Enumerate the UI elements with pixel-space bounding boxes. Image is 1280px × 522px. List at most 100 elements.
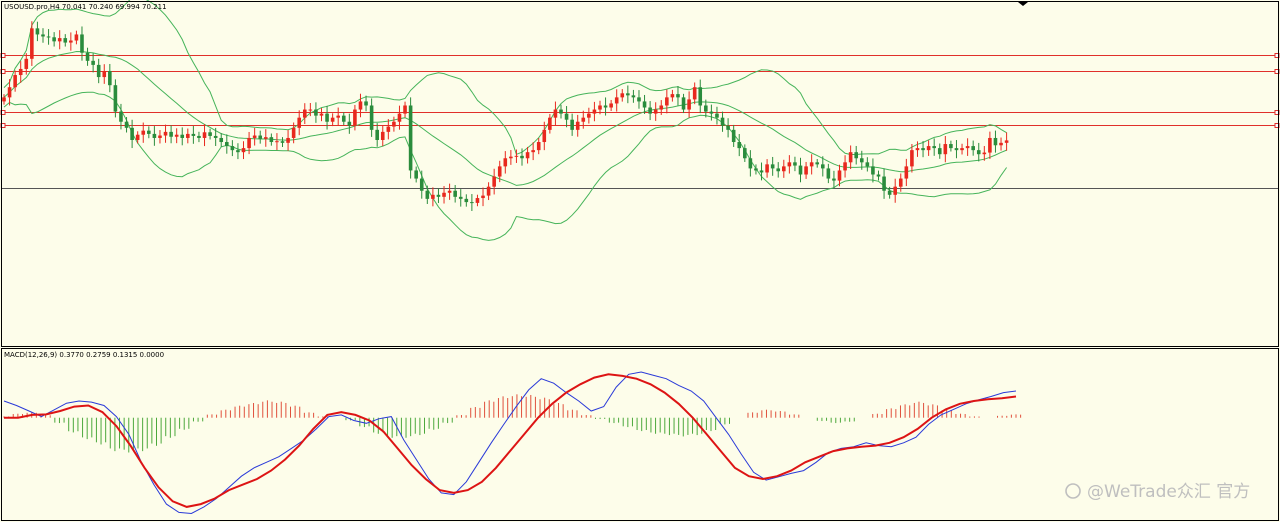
candle-bull <box>319 113 324 116</box>
candle-bear <box>743 148 747 159</box>
candle-bear <box>425 190 430 199</box>
candle-bull <box>982 152 987 155</box>
candle-bull <box>291 127 296 138</box>
candle-bull <box>330 117 335 122</box>
candle-bull <box>7 87 12 98</box>
candle-bull <box>687 99 691 110</box>
candle-bull <box>308 109 313 111</box>
candle-bear <box>631 95 636 98</box>
candle-bull <box>837 170 842 181</box>
candle-bull <box>575 121 580 130</box>
candle-bear <box>119 111 123 122</box>
candle-bear <box>458 196 463 199</box>
candle-bear <box>815 162 820 165</box>
candle-bear <box>46 36 51 38</box>
candle-bull <box>598 105 602 110</box>
candle-bull <box>403 105 407 114</box>
candle-bull <box>653 109 658 114</box>
candle-bear <box>470 202 474 204</box>
candle-bull <box>386 126 391 132</box>
candle-bull <box>542 129 547 143</box>
candle-bear <box>826 168 831 179</box>
candle-bull <box>186 133 190 138</box>
candle-bull <box>915 148 920 151</box>
candle-bear <box>325 113 329 122</box>
candle-bull <box>960 148 964 151</box>
candle-bear <box>976 150 981 155</box>
candle-bull <box>536 142 541 151</box>
candle-bull <box>380 131 385 140</box>
candle-bear <box>949 144 953 149</box>
candle-bear <box>865 162 870 167</box>
candle-bear <box>453 190 457 197</box>
candle-bear <box>876 174 881 177</box>
candle-bull <box>531 150 535 153</box>
candle-bear <box>748 158 753 169</box>
candle-bear <box>314 109 318 116</box>
candle-bear <box>191 133 196 136</box>
candle-bear <box>932 146 936 149</box>
price-panel-label: USOUSD.pro,H4 70.041 70.240 69.994 70.21… <box>4 3 167 11</box>
candle-bear <box>219 137 224 143</box>
candle-bear <box>832 178 836 181</box>
candle-bull <box>353 109 357 126</box>
candle-bear <box>408 105 413 171</box>
candle-bull <box>442 192 446 197</box>
candle-bull <box>765 164 769 173</box>
candle-bull <box>358 101 363 110</box>
candle-bear <box>464 198 469 203</box>
candle-bull <box>336 115 340 118</box>
candle-bull <box>1004 140 1009 143</box>
candle-bear <box>776 168 781 172</box>
candle-bear <box>52 37 56 42</box>
candle-bull <box>965 146 970 149</box>
trading-chart[interactable]: USOUSD.pro,H4 70.041 70.240 69.994 70.21… <box>0 0 1280 522</box>
candle-bear <box>130 127 134 140</box>
candle-bear <box>648 107 652 114</box>
candle-bull <box>447 190 452 193</box>
macd-panel-label: MACD(12,26,9) 0.3770 0.2759 0.1315 0.000… <box>4 351 164 359</box>
candle-bear <box>208 132 212 136</box>
watermark-text: @WeTrade众汇 官方 <box>1087 482 1250 502</box>
candle-bear <box>419 178 424 191</box>
candle-bull <box>241 148 246 153</box>
candle-bull <box>174 134 179 137</box>
candle-bull <box>999 142 1003 146</box>
candle-bear <box>375 129 379 140</box>
candle-bull <box>988 137 992 153</box>
candle-bull <box>614 97 619 104</box>
candle-bull <box>2 97 6 102</box>
chart-background <box>0 0 1280 522</box>
candle-bear <box>882 176 886 191</box>
candle-bear <box>731 129 736 143</box>
candle-bull <box>492 176 496 187</box>
candle-bull <box>581 117 586 122</box>
candle-bear <box>793 162 797 166</box>
candle-bear <box>921 148 925 151</box>
candle-bear <box>85 52 90 61</box>
candle-bear <box>871 166 875 175</box>
candle-bear <box>520 155 524 159</box>
candle-bear <box>280 141 285 143</box>
candle-bull <box>910 150 914 167</box>
candle-bull <box>843 162 847 171</box>
candle-bull <box>592 109 597 114</box>
candle-bull <box>69 40 73 43</box>
candle-bear <box>854 152 859 159</box>
candle-bear <box>258 135 263 139</box>
candle-bull <box>24 58 29 69</box>
candle-bull <box>57 38 62 42</box>
candle-bear <box>63 38 68 43</box>
candle-bull <box>286 137 290 143</box>
candle-bear <box>971 146 975 151</box>
candle-bear <box>704 105 708 112</box>
candle-bull <box>926 146 931 151</box>
candle-bear <box>993 137 998 146</box>
candle-bear <box>676 94 680 98</box>
candle-bull <box>263 137 268 139</box>
candle-bear <box>213 135 218 138</box>
candle-bear <box>35 28 40 35</box>
candle-bear <box>698 87 703 106</box>
candle-bull <box>481 195 485 199</box>
candle-bull <box>431 194 435 199</box>
